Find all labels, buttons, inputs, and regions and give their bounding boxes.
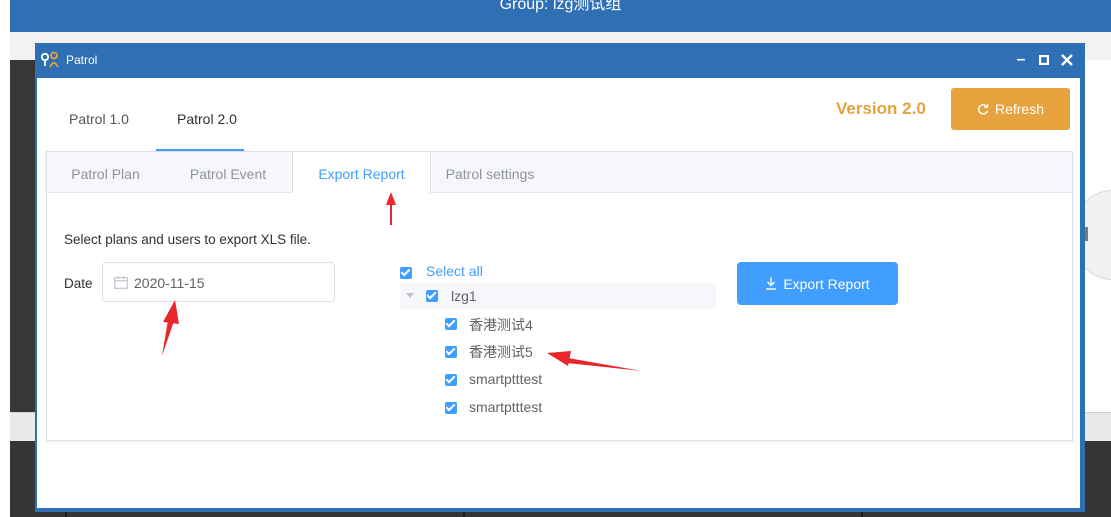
group-label[interactable]: lzg1 xyxy=(451,288,477,304)
export-report-button-label: Export Report xyxy=(783,275,870,292)
tab-export-report[interactable]: Export Report xyxy=(292,152,431,193)
window-title: Patrol xyxy=(66,53,98,67)
user-label[interactable]: 香港测试4 xyxy=(469,315,533,335)
patrol-card: Patrol Plan Patrol Event Export Report P… xyxy=(46,151,1073,441)
expand-caret-icon[interactable] xyxy=(406,293,414,298)
tab-patrol-1[interactable]: Patrol 1.0 xyxy=(69,111,129,127)
refresh-icon xyxy=(977,104,989,115)
date-label: Date xyxy=(64,276,93,291)
user-checkbox[interactable] xyxy=(445,318,457,330)
tab-patrol-plan[interactable]: Patrol Plan xyxy=(47,152,164,192)
window-titlebar[interactable]: Patrol – xyxy=(35,43,1085,78)
patrol-people-icon xyxy=(40,51,59,68)
user-checkbox[interactable] xyxy=(445,374,457,386)
calendar-icon xyxy=(114,276,128,289)
user-checkbox[interactable] xyxy=(445,346,457,358)
sub-tab-bar: Patrol Plan Patrol Event Export Report P… xyxy=(47,152,1072,193)
user-checkbox[interactable] xyxy=(445,402,457,414)
select-all-label[interactable]: Select all xyxy=(426,263,483,279)
background-group-header: Group: lzg测试组 xyxy=(10,0,1111,32)
patrol-window: Patrol – Patrol 1.0 Patrol 2.0 Version 2… xyxy=(35,43,1085,512)
tab-patrol-event[interactable]: Patrol Event xyxy=(164,152,292,192)
version-label: Version 2.0 xyxy=(836,99,926,118)
close-icon[interactable] xyxy=(1056,49,1078,71)
maximize-icon[interactable] xyxy=(1033,49,1055,71)
group-checkbox[interactable] xyxy=(426,290,438,302)
export-instruction: Select plans and users to export XLS fil… xyxy=(64,232,311,247)
user-label[interactable]: smartptttest xyxy=(469,399,542,415)
select-all-checkbox[interactable] xyxy=(400,267,412,279)
user-label[interactable]: smartptttest xyxy=(469,371,542,387)
tab-patrol-2[interactable]: Patrol 2.0 xyxy=(177,111,237,127)
tab-patrol-settings[interactable]: Patrol settings xyxy=(430,152,550,192)
date-value: 2020-11-15 xyxy=(134,275,205,291)
refresh-button[interactable]: Refresh xyxy=(951,88,1070,130)
window-content: Patrol 1.0 Patrol 2.0 Version 2.0 Refres… xyxy=(37,78,1080,508)
export-report-button[interactable]: Export Report xyxy=(737,262,898,305)
minimize-icon[interactable]: – xyxy=(1010,49,1032,71)
date-picker-input[interactable]: 2020-11-15 xyxy=(102,262,335,302)
background-group-title: Group: lzg测试组 xyxy=(499,0,622,13)
download-icon xyxy=(766,277,777,290)
refresh-button-label: Refresh xyxy=(994,101,1045,117)
tree-node-group[interactable] xyxy=(400,283,716,309)
user-label[interactable]: 香港测试5 xyxy=(469,342,533,362)
